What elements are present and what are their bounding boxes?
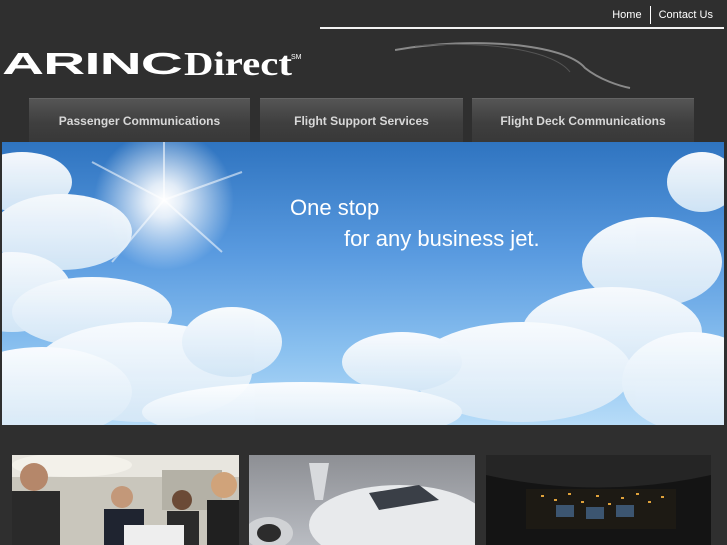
home-link[interactable]: Home (606, 7, 647, 23)
sky-clouds-image (2, 142, 724, 425)
cockpit-photo[interactable] (486, 455, 711, 545)
header-rule (320, 27, 724, 29)
svg-text:Direct: Direct (184, 46, 293, 83)
hero-banner: One stop for any business jet. (2, 142, 724, 425)
contact-us-link[interactable]: Contact Us (653, 7, 719, 23)
feature-thumbnails (0, 455, 727, 545)
tab-flight-deck-communications[interactable]: Flight Deck Communications (472, 98, 694, 142)
swoosh-graphic (395, 42, 631, 89)
utility-nav: Home Contact Us (606, 6, 719, 24)
passengers-photo[interactable] (12, 455, 239, 545)
link-divider (649, 6, 651, 24)
hero-tagline: One stop for any business jet. (290, 192, 540, 254)
main-nav: Passenger Communications Flight Support … (0, 98, 727, 142)
tagline-line-1: One stop (290, 195, 380, 220)
business-jet-photo[interactable] (249, 455, 475, 545)
service-mark: SM (291, 54, 302, 61)
tab-label: Flight Deck Communications (500, 113, 666, 128)
tagline-line-2: for any business jet. (344, 226, 540, 251)
arinc-direct-logo[interactable]: ARINC Direct SM (2, 40, 304, 84)
tab-passenger-communications[interactable]: Passenger Communications (29, 98, 250, 142)
tab-label: Flight Support Services (294, 113, 429, 128)
svg-text:ARINC: ARINC (2, 46, 182, 81)
tab-flight-support-services[interactable]: Flight Support Services (260, 98, 463, 142)
tab-label: Passenger Communications (58, 113, 221, 128)
